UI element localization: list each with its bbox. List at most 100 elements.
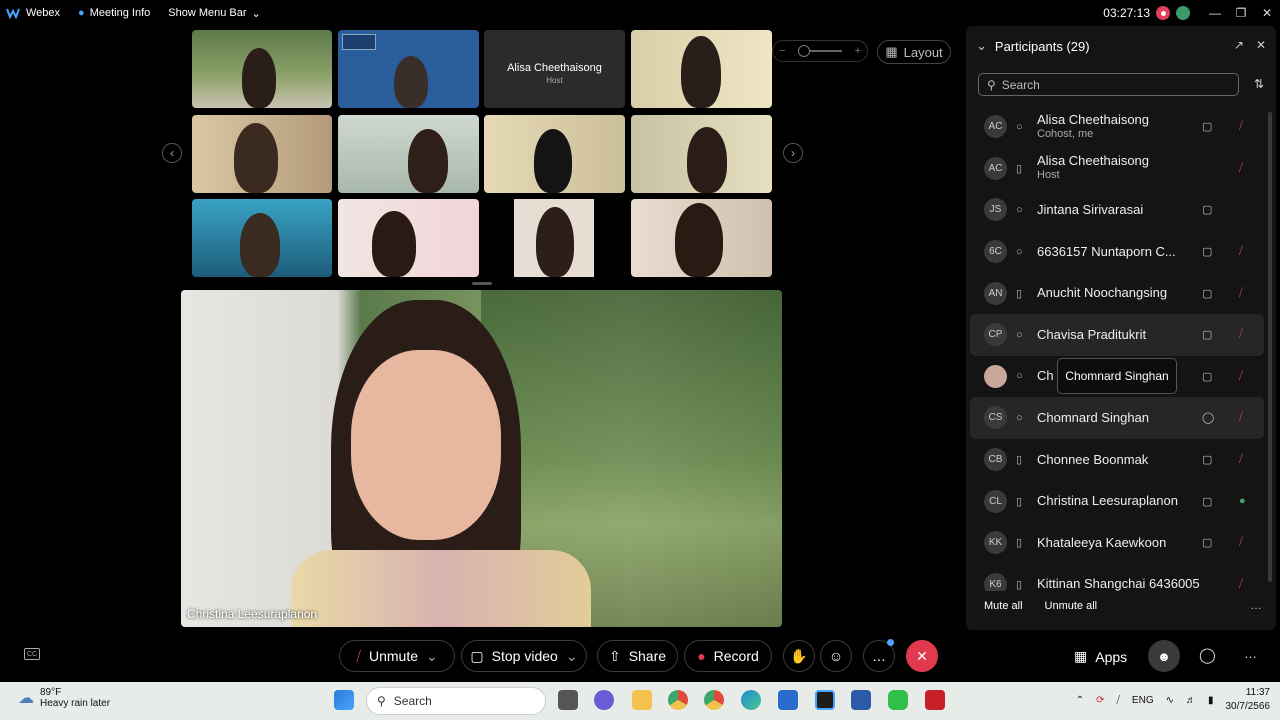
camera-icon[interactable]: ▢ [1202,245,1212,258]
mic-muted-icon[interactable]: ⧸ [1239,370,1243,383]
windows-start-icon[interactable] [334,690,354,710]
participants-toggle-button[interactable]: ☻ [1148,640,1180,672]
chat-icon[interactable]: ◯ [1202,411,1214,424]
apps-button[interactable]: ▦ Apps [1074,648,1127,665]
video-tile[interactable] [338,115,479,193]
next-page-button[interactable]: › [783,143,803,163]
video-tile[interactable] [484,115,625,193]
participant-row[interactable]: AC ○ Alisa Cheethaisong Cohost, me ▢ ⧸ [970,106,1264,148]
mic-on-icon[interactable]: ● [1239,495,1246,507]
close-panel-icon[interactable]: ✕ [1256,38,1266,52]
language-indicator[interactable]: ENG [1132,695,1154,706]
mic-muted-icon[interactable]: ⧸ [1239,578,1243,591]
edge-icon[interactable] [741,690,761,710]
camera-icon[interactable]: ▢ [1202,370,1212,383]
pop-out-icon[interactable]: ↗ [1234,38,1244,52]
video-tile[interactable] [338,30,479,108]
chevron-down-icon[interactable]: ⌄ [976,38,987,54]
meeting-info-button[interactable]: ● Meeting Info [78,7,150,19]
weather-widget[interactable]: ☁ 89°F Heavy rain later [18,687,110,709]
word-icon[interactable] [851,690,871,710]
video-tile[interactable] [631,115,772,193]
participant-row[interactable]: 6C ○ 6636157 Nuntaporn C... ▢ ⧸ [970,231,1264,273]
participant-row[interactable]: JS ○ Jintana Sirivarasai ▢ [970,189,1264,231]
mic-muted-icon[interactable]: ⧸ [1117,695,1120,706]
more-icon[interactable]: … [1244,646,1257,661]
zoom-in-icon[interactable]: + [855,45,861,57]
chat-app-icon[interactable] [594,690,614,710]
record-button[interactable]: ● Record [684,640,772,672]
filmstrip-resize-handle[interactable] [472,282,492,285]
mic-muted-icon[interactable]: ⧸ [1239,162,1243,175]
video-tile[interactable] [192,199,332,277]
camera-icon[interactable]: ▢ [1202,453,1212,466]
store-icon[interactable] [778,690,798,710]
mic-muted-icon[interactable]: ⧸ [1239,287,1243,300]
taskbar-search[interactable]: ⚲ Search [366,687,546,715]
video-tile[interactable] [631,30,772,108]
sync-icon[interactable]: ⟳ [1096,695,1104,706]
unmute-all-button[interactable]: Unmute all [1045,600,1098,612]
zoom-slider-handle[interactable] [798,45,810,57]
participant-row[interactable]: CP ○ Chavisa Praditukrit ▢ ⧸ [970,313,1264,356]
zoom-out-icon[interactable]: − [779,45,785,57]
show-menu-bar-button[interactable]: Show Menu Bar ⌄ [168,7,260,20]
webex-app-icon[interactable] [815,690,835,710]
active-speaker-video[interactable]: Christina Leesuraplanon [181,290,782,627]
previous-page-button[interactable]: ‹ [162,143,182,163]
chrome-profile-icon[interactable] [668,690,688,710]
camera-icon[interactable]: ▢ [1202,495,1212,508]
participant-row[interactable]: CB ▯ Chonnee Boonmak ▢ ⧸ [970,439,1264,481]
participant-row[interactable]: AC ▯ Alisa Cheethaisong Host ⧸ [970,148,1264,190]
reactions-button[interactable]: ☺ [820,640,852,672]
chat-icon[interactable]: ◯ [1199,646,1216,664]
camera-icon[interactable]: ▢ [1202,287,1212,300]
mic-muted-icon[interactable]: ⧸ [1239,536,1243,549]
sort-icon[interactable]: ⇅ [1254,77,1264,91]
volume-icon[interactable]: ♬ [1186,695,1196,706]
participant-row[interactable]: AN ▯ Anuchit Noochangsing ▢ ⧸ [970,272,1264,314]
participants-header[interactable]: ⌄ Participants (29) [976,38,1090,54]
line-icon[interactable] [888,690,908,710]
restore-icon[interactable]: ❐ [1228,6,1254,20]
wifi-icon[interactable]: ∿ [1166,695,1174,706]
mute-all-button[interactable]: Mute all [984,600,1023,612]
mic-muted-icon[interactable]: ⧸ [1239,120,1243,133]
mic-muted-icon[interactable]: ⧸ [1239,328,1243,341]
video-tile[interactable] [338,199,479,277]
close-icon[interactable]: ✕ [1254,6,1280,20]
video-tile[interactable] [484,199,625,277]
camera-icon[interactable]: ▢ [1202,536,1212,549]
minimize-icon[interactable]: — [1202,6,1228,20]
host-name-tile[interactable]: Alisa Cheethaisong Host [484,30,625,108]
share-button[interactable]: ⇧ Share [597,640,678,672]
video-tile[interactable] [192,30,332,108]
mic-muted-icon[interactable]: ⧸ [1239,245,1243,258]
more-options-icon[interactable]: … [1250,598,1262,612]
mic-muted-icon[interactable]: ⧸ [1239,411,1243,424]
layout-button[interactable]: ▦ Layout [877,40,951,64]
participant-row[interactable]: CL ▯ Christina Leesuraplanon ▢ ● [970,480,1264,522]
chevron-up-icon[interactable]: ⌃ [1076,695,1084,706]
zoom-control[interactable]: − + [772,40,868,62]
camera-icon[interactable]: ▢ [1202,120,1212,133]
chrome-icon[interactable] [704,690,724,710]
acrobat-icon[interactable] [925,690,945,710]
system-clock[interactable]: 11:37 30/7/2566 [1226,686,1271,714]
video-tile[interactable] [631,199,772,277]
task-view-icon[interactable] [558,690,578,710]
leave-meeting-button[interactable]: ✕ [906,640,938,672]
participant-row[interactable]: KK ▯ Khataleeya Kaewkoon ▢ ⧸ [970,522,1264,564]
battery-icon[interactable]: ▮ [1208,695,1214,706]
participant-list-scrollbar[interactable] [1268,112,1272,582]
file-explorer-icon[interactable] [632,690,652,710]
camera-icon[interactable]: ▢ [1202,328,1212,341]
video-tile[interactable] [192,115,332,193]
zoom-slider[interactable] [798,45,842,57]
participant-search-input[interactable]: ⚲ Search [978,73,1239,96]
raise-hand-button[interactable]: ✋ [783,640,815,672]
captions-icon[interactable]: CC [24,648,40,660]
stop-video-button[interactable]: ▢ Stop video ⌄ [461,640,587,672]
mic-muted-icon[interactable]: ⧸ [1239,453,1243,466]
participant-row[interactable]: K6 ▯ Kittinan Shangchai 6436005 ⧸ [970,564,1264,591]
